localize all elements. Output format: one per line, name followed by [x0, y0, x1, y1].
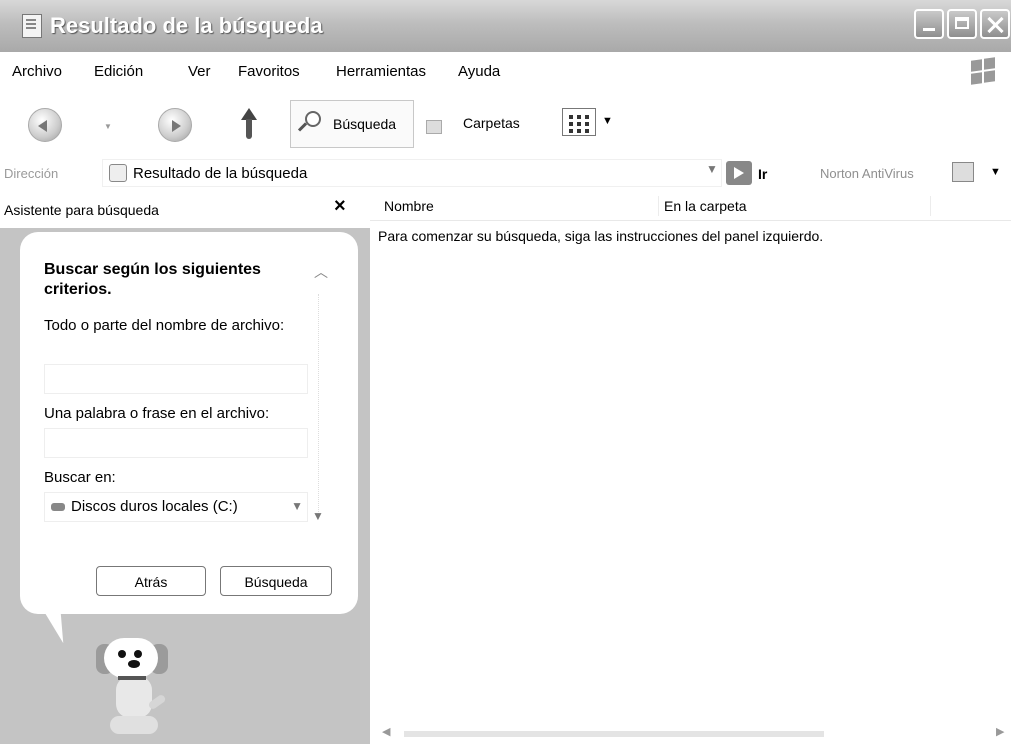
menu-bar: Archivo Edición Ver Favoritos Herramient…	[0, 52, 1011, 93]
dog-eye-left	[118, 650, 126, 658]
scroll-thumb[interactable]	[404, 731, 824, 737]
search-dog-icon[interactable]	[96, 638, 176, 744]
forward-arrow-icon[interactable]	[158, 108, 192, 142]
back-dropdown-icon[interactable]: ▼	[104, 122, 112, 131]
search-button[interactable]: Búsqueda	[220, 566, 332, 596]
close-pane-icon[interactable]: ×	[334, 195, 346, 218]
go-button[interactable]: Ir	[726, 158, 784, 188]
back-button[interactable]: Atrás	[96, 566, 206, 596]
minimize-button[interactable]	[914, 9, 944, 39]
search-assistant-pane: Asistente para búsqueda × Buscar según l…	[0, 192, 370, 744]
search-results-window: Resultado de la búsqueda Archivo Edición…	[0, 0, 1011, 744]
magnifier-icon	[299, 111, 321, 133]
dog-nose	[128, 660, 140, 668]
norton-antivirus-icon[interactable]	[952, 162, 974, 182]
search-assistant-header: Asistente para búsqueda ×	[0, 192, 370, 228]
search-assistant-title: Asistente para búsqueda	[4, 202, 159, 218]
column-name[interactable]: Nombre	[384, 198, 434, 214]
window-title: Resultado de la búsqueda	[50, 13, 323, 38]
dog-eye-right	[134, 650, 142, 658]
search-toolbar-label: Búsqueda	[333, 116, 397, 132]
up-folder-icon[interactable]	[236, 108, 262, 142]
filename-label: Todo o parte del nombre de archivo:	[44, 317, 285, 334]
folder-search-icon	[22, 14, 42, 38]
maximize-button[interactable]	[947, 9, 977, 39]
lookin-select[interactable]: Discos duros locales (C:) ▼	[44, 492, 308, 522]
search-results-icon	[109, 164, 127, 182]
title-bar[interactable]: Resultado de la búsqueda	[0, 0, 1011, 52]
filename-input[interactable]	[44, 364, 308, 394]
hard-drive-icon	[51, 503, 65, 511]
menu-favoritos[interactable]: Favoritos	[238, 63, 300, 80]
views-icon	[562, 108, 596, 136]
dog-collar	[118, 676, 146, 680]
criteria-title: Buscar según los siguientes criterios.	[44, 261, 261, 298]
go-arrow-icon	[726, 161, 752, 185]
menu-herramientas[interactable]: Herramientas	[336, 63, 426, 80]
scroll-left-icon[interactable]: ◀	[382, 725, 390, 738]
column-folder[interactable]: En la carpeta	[664, 198, 747, 214]
address-bar: Dirección Resultado de la búsqueda ▼ Ir …	[0, 156, 1011, 193]
phrase-input[interactable]	[44, 428, 308, 458]
norton-dropdown-icon[interactable]: ▼	[990, 166, 1001, 178]
back-arrow-icon[interactable]	[28, 108, 62, 142]
address-value: Resultado de la búsqueda	[133, 165, 308, 182]
scroll-right-icon[interactable]: ▶	[996, 725, 1004, 738]
menu-ver[interactable]: Ver	[188, 63, 211, 80]
address-field[interactable]: Resultado de la búsqueda	[102, 159, 722, 187]
menu-archivo[interactable]: Archivo	[12, 63, 62, 80]
dog-head	[104, 638, 158, 678]
collapse-icon[interactable]: ︿	[314, 262, 328, 282]
dog-body	[116, 676, 152, 718]
lookin-value: Discos duros locales (C:)	[71, 498, 238, 515]
results-pane: Nombre En la carpeta Para comenzar su bú…	[370, 192, 1011, 744]
search-criteria-bubble: Buscar según los siguientes criterios. ︿…	[20, 232, 358, 614]
lookin-label: Buscar en:	[44, 469, 116, 486]
windows-logo-icon	[971, 57, 997, 85]
norton-antivirus-label[interactable]: Norton AntiVirus	[820, 166, 914, 181]
address-label: Dirección	[4, 166, 59, 181]
standard-toolbar: ▼ Búsqueda Carpetas ▼	[0, 92, 1011, 157]
views-dropdown-icon: ▼	[602, 115, 613, 127]
column-separator[interactable]	[658, 196, 659, 216]
dog-legs	[110, 716, 158, 734]
menu-edicion[interactable]: Edición	[94, 63, 143, 80]
folders-toolbar-button[interactable]: Carpetas	[418, 100, 558, 148]
results-column-header: Nombre En la carpeta	[370, 192, 1011, 221]
lookin-dropdown-icon[interactable]: ▼	[291, 499, 303, 513]
close-button[interactable]	[980, 9, 1010, 39]
results-hint: Para comenzar su búsqueda, siga las inst…	[378, 228, 824, 244]
views-toolbar-button[interactable]: ▼	[558, 106, 616, 140]
folders-icon	[426, 120, 442, 134]
scroll-down-icon[interactable]: ▼	[312, 509, 324, 523]
column-separator[interactable]	[930, 196, 931, 216]
menu-ayuda[interactable]: Ayuda	[458, 63, 500, 80]
horizontal-scrollbar[interactable]: ◀ ▶	[370, 724, 1011, 744]
phrase-label: Una palabra o frase en el archivo:	[44, 405, 270, 422]
folders-toolbar-label: Carpetas	[463, 115, 520, 131]
address-dropdown-icon[interactable]: ▼	[706, 162, 718, 176]
go-label: Ir	[758, 166, 768, 182]
search-toolbar-button[interactable]: Búsqueda	[290, 100, 414, 148]
